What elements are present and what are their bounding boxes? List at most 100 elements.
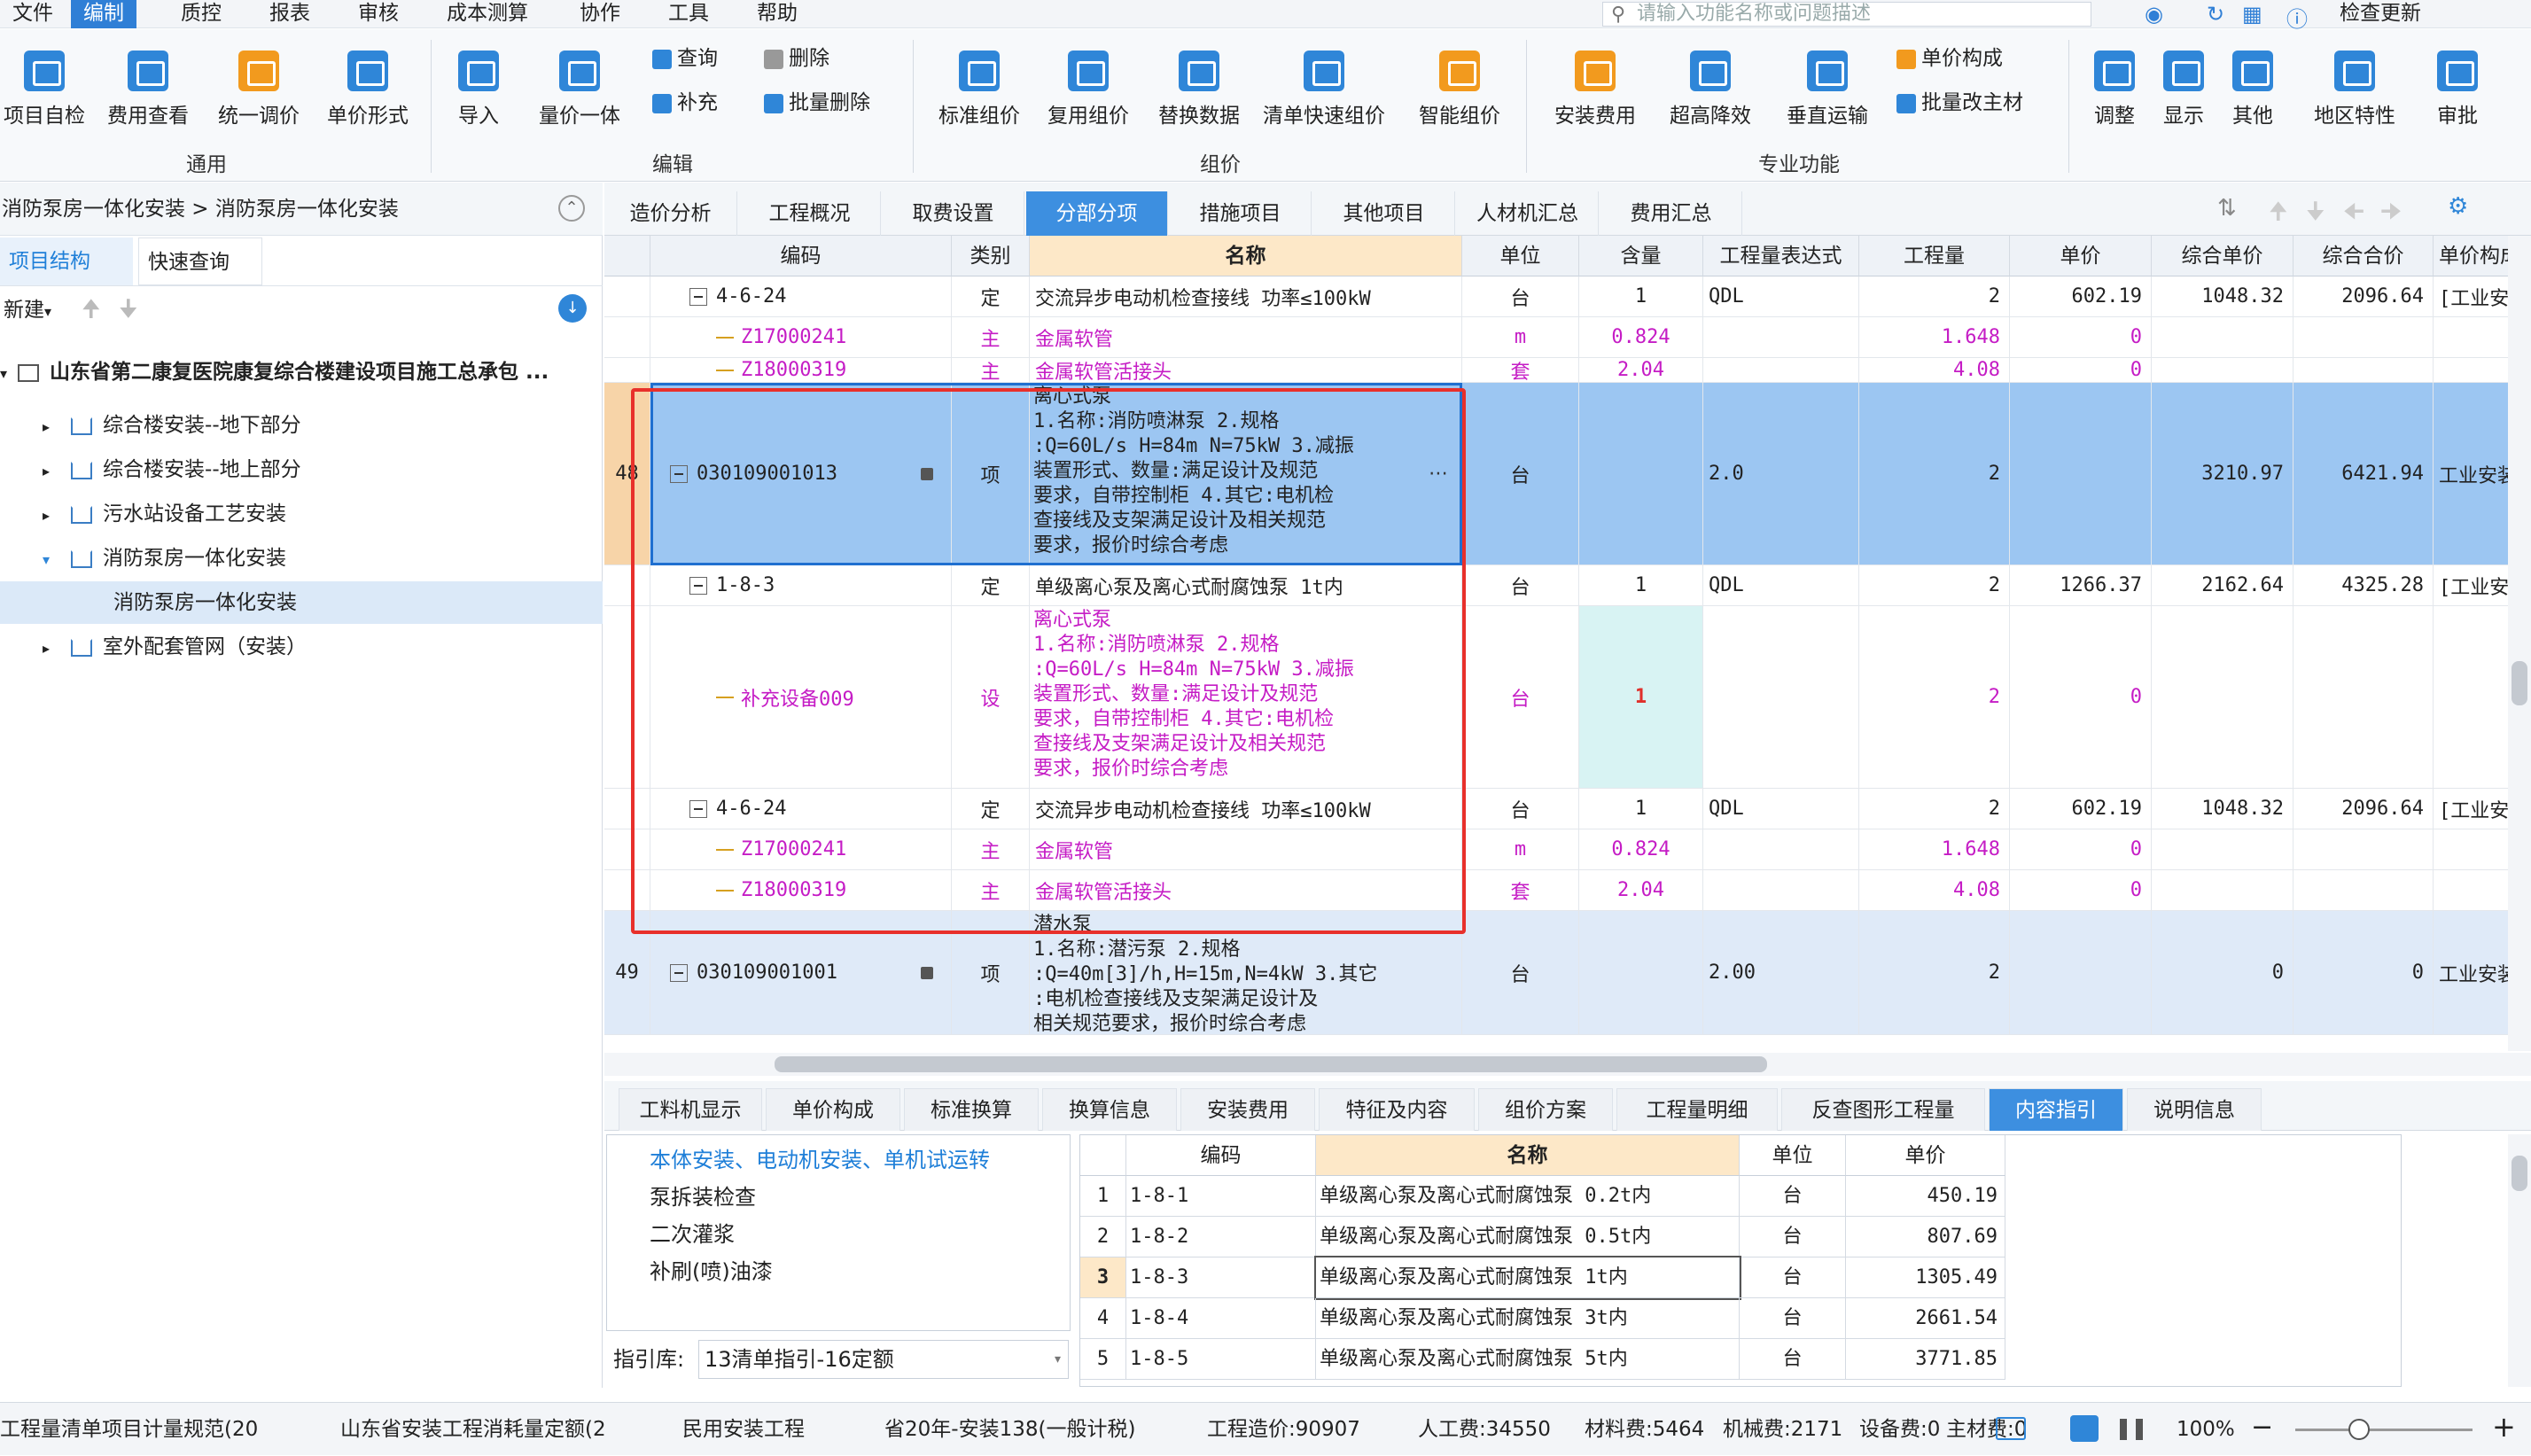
collapse-toggle-icon[interactable]: [689, 287, 707, 306]
quota-cell-no[interactable]: 2: [1080, 1217, 1126, 1257]
tab-project-overview[interactable]: 工程概况: [739, 191, 881, 236]
menu-cost-calc[interactable]: 成本测算: [434, 0, 541, 28]
project-selfcheck-button[interactable]: 项目自检: [0, 51, 89, 128]
unified-price-adjust-button[interactable]: 统一调价: [206, 51, 312, 128]
grid-cell-unit[interactable]: m: [1462, 829, 1579, 870]
move-down-icon[interactable]: 🠋: [119, 292, 138, 331]
grid-cell-qty[interactable]: 2: [1859, 383, 2010, 565]
grid-cell-price[interactable]: [2010, 383, 2152, 565]
grid-cell-price[interactable]: 0: [2010, 317, 2152, 358]
grid-cell-comp-total[interactable]: 0: [2293, 911, 2434, 1035]
supplement-button[interactable]: 补充: [652, 88, 718, 118]
quota-cell-price[interactable]: 3771.85: [1846, 1339, 2005, 1380]
grid-cell-expr[interactable]: [1703, 870, 1859, 911]
tree-node-fire-pump-unit[interactable]: 消防泵房一体化安装: [0, 581, 603, 624]
tab-fee-summary[interactable]: 费用汇总: [1600, 191, 1742, 236]
grid-cell-price[interactable]: 0: [2010, 606, 2152, 789]
grid-cell-comp-price[interactable]: 3210.97: [2152, 383, 2293, 565]
quota-cell-code[interactable]: 1-8-3: [1126, 1257, 1316, 1298]
approve-button[interactable]: 审批: [2418, 51, 2497, 128]
grid-cell-unit[interactable]: m: [1462, 317, 1579, 358]
unit-price-form-button[interactable]: 单价形式: [319, 51, 417, 128]
grid-cell-no[interactable]: [604, 276, 650, 317]
col-header-unit[interactable]: 单位: [1462, 236, 1579, 276]
quota-cell-name[interactable]: 单级离心泵及离心式耐腐蚀泵 5t内: [1316, 1339, 1740, 1380]
grid-cell-comp-price[interactable]: 1048.32: [2152, 789, 2293, 829]
batch-delete-button[interactable]: 批量删除: [764, 88, 870, 118]
tab-install-fee[interactable]: 安装费用: [1180, 1088, 1315, 1131]
grid-cell-expr[interactable]: [1703, 606, 1859, 789]
info-icon[interactable]: ⓘ: [2286, 2, 2308, 33]
collapse-icon[interactable]: ⌃: [558, 195, 585, 222]
smart-group-price-button[interactable]: 智能组价: [1402, 51, 1517, 128]
grid-cell-qty[interactable]: 4.08: [1859, 358, 2010, 383]
adjust-button[interactable]: 调整: [2079, 51, 2150, 128]
vertical-transport-button[interactable]: 垂直运输: [1774, 51, 1881, 128]
grid-cell-comp-price[interactable]: [2152, 317, 2293, 358]
col-header-qty-expr[interactable]: 工程量表达式: [1703, 236, 1859, 276]
grid-cell-expr[interactable]: [1703, 317, 1859, 358]
grid-cell-qty-ratio[interactable]: [1579, 383, 1703, 565]
grid-cell-comp-price[interactable]: [2152, 358, 2293, 383]
grid-cell-qty[interactable]: 1.648: [1859, 829, 2010, 870]
grid-cell-price[interactable]: 0: [2010, 829, 2152, 870]
unit-price-struct-button[interactable]: 单价构成: [1896, 43, 2003, 74]
grid-cell-unit[interactable]: 台: [1462, 565, 1579, 606]
grid-cell-qty-ratio[interactable]: 1: [1579, 606, 1703, 789]
guide-item[interactable]: 本体安装、电动机安装、单机试运转: [650, 1142, 990, 1173]
arrow-left-icon[interactable]: 🠈: [2343, 195, 2364, 234]
col-header-unit[interactable]: 单位: [1740, 1135, 1846, 1176]
col-header-price[interactable]: 单价: [1846, 1135, 2005, 1176]
grid-cell-name[interactable]: 交流异步电动机检查接线 功率≤100kW: [1030, 276, 1462, 317]
col-header-unit-price[interactable]: 单价: [2010, 236, 2152, 276]
col-header-code[interactable]: 编码: [650, 236, 952, 276]
grid-cell-expr[interactable]: [1703, 358, 1859, 383]
delete-button[interactable]: 删除: [764, 43, 829, 74]
move-up-icon[interactable]: 🠉: [82, 292, 101, 331]
tab-standard-conversion[interactable]: 标准换算: [904, 1088, 1039, 1131]
grid-cell-no[interactable]: [604, 317, 650, 358]
menu-quality[interactable]: 质控: [168, 0, 234, 28]
grid-cell-expr[interactable]: QDL: [1703, 276, 1859, 317]
grid-cell-price[interactable]: 602.19: [2010, 276, 2152, 317]
grid-cell-qty[interactable]: 2: [1859, 565, 2010, 606]
col-header-name[interactable]: 名称: [1030, 236, 1462, 276]
grid-cell-code[interactable]: 4-6-24: [650, 276, 952, 317]
grid-cell-comp-price[interactable]: [2152, 870, 2293, 911]
guide-item[interactable]: 泵拆装检查: [650, 1180, 756, 1211]
view-normal-icon[interactable]: [2070, 1415, 2099, 1442]
grid-cell-comp-total[interactable]: 2096.64: [2293, 276, 2434, 317]
grid-cell-type[interactable]: 定: [952, 276, 1030, 317]
menu-tools[interactable]: 工具: [656, 0, 721, 28]
headset-icon[interactable]: ◉: [2145, 2, 2163, 27]
grid-cell-qty-ratio[interactable]: 2.04: [1579, 358, 1703, 383]
grid-cell-code[interactable]: Z17000241: [650, 317, 952, 358]
col-header-comp-price[interactable]: 综合单价: [2152, 236, 2293, 276]
quota-cell-unit[interactable]: 台: [1740, 1217, 1846, 1257]
quota-cell-price[interactable]: 1305.49: [1846, 1257, 2005, 1298]
grid-cell-unit[interactable]: 台: [1462, 911, 1579, 1035]
quota-cell-name[interactable]: 单级离心泵及离心式耐腐蚀泵 0.2t内: [1316, 1176, 1740, 1217]
grid-cell-comp-total[interactable]: [2293, 317, 2434, 358]
grid-cell-expr[interactable]: [1703, 829, 1859, 870]
other-button[interactable]: 其他: [2217, 51, 2288, 128]
grid-cell-unit[interactable]: 套: [1462, 358, 1579, 383]
menu-collab[interactable]: 协作: [567, 0, 633, 28]
grid-cell-code[interactable]: Z18000319: [650, 358, 952, 383]
tab-unit-price-struct[interactable]: 单价构成: [766, 1088, 900, 1131]
zoom-in-icon[interactable]: +: [2492, 1410, 2516, 1444]
tab-reverse-graphic-qty[interactable]: 反查图形工程量: [1781, 1088, 1985, 1131]
menu-edit[interactable]: 编制: [71, 0, 136, 28]
tab-group-plan[interactable]: 组价方案: [1478, 1088, 1613, 1131]
tab-cost-analysis[interactable]: 造价分析: [604, 191, 737, 236]
col-header-code[interactable]: 编码: [1126, 1135, 1316, 1176]
quota-cell-unit[interactable]: 台: [1740, 1257, 1846, 1298]
grid-cell-qty-ratio[interactable]: 1: [1579, 789, 1703, 829]
arrow-down-icon[interactable]: 🠋: [2306, 195, 2325, 234]
grid-cell-comp-price[interactable]: 2162.64: [2152, 565, 2293, 606]
quota-cell-name[interactable]: 单级离心泵及离心式耐腐蚀泵 3t内: [1316, 1298, 1740, 1339]
grid-cell-unit[interactable]: 台: [1462, 789, 1579, 829]
tree-node-sewage[interactable]: ▸ 污水站设备工艺安装: [43, 493, 286, 535]
tree-node-fire-pump[interactable]: ▾ 消防泵房一体化安装: [43, 537, 286, 580]
grid-cell-unit[interactable]: 台: [1462, 606, 1579, 789]
